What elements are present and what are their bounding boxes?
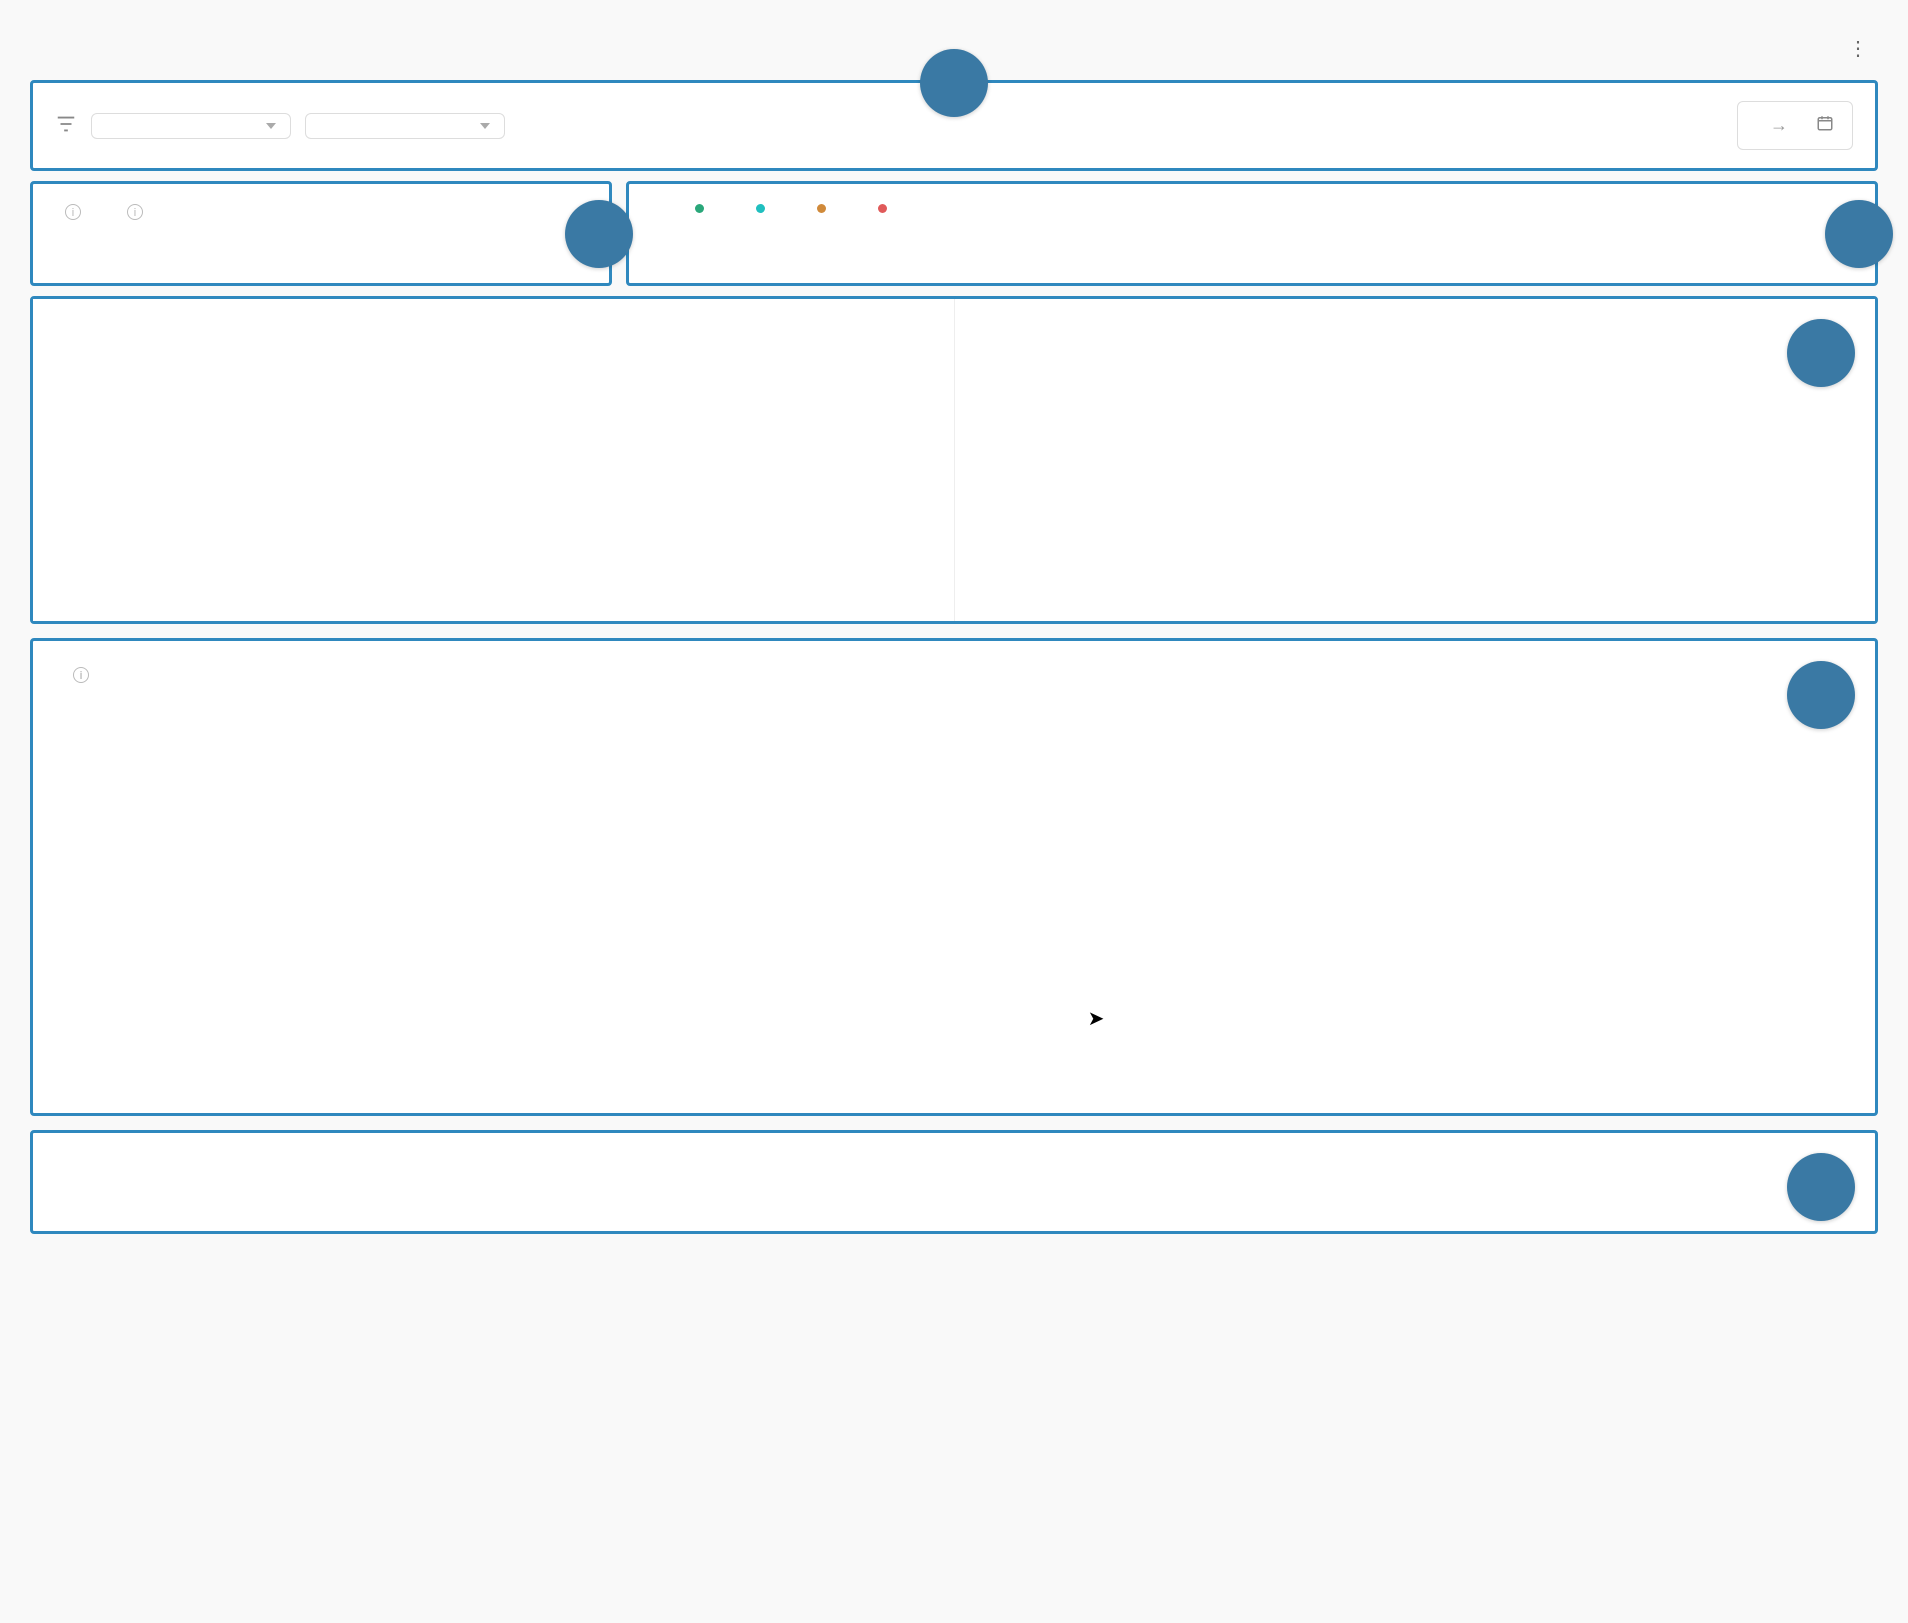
annotation-badge-4 xyxy=(1787,319,1855,387)
col-network[interactable] xyxy=(657,1177,954,1205)
cursor-icon: ➤ xyxy=(1088,1006,1105,1030)
top-challenge-card xyxy=(33,299,955,621)
annotation-badge-2 xyxy=(565,200,633,268)
application-name-select[interactable] xyxy=(305,113,505,139)
stats-users-devices: i i xyxy=(30,181,612,286)
info-icon[interactable]: i xyxy=(73,667,89,683)
annotation-badge-6 xyxy=(1787,1153,1855,1221)
info-icon[interactable]: i xyxy=(65,204,81,220)
annotation-badge-1 xyxy=(920,49,988,117)
top-deny-card xyxy=(955,299,1876,621)
pie-charts-section xyxy=(30,296,1878,624)
arrow-right-icon: → xyxy=(1770,115,1788,136)
annotation-badge-5 xyxy=(1787,661,1855,729)
deny-pie-chart xyxy=(985,345,1235,595)
info-icon[interactable]: i xyxy=(127,204,143,220)
calendar-icon xyxy=(1816,114,1834,137)
action-type-select[interactable] xyxy=(91,113,291,139)
recommendations-table xyxy=(63,1177,1845,1205)
filter-icon[interactable] xyxy=(55,113,77,139)
more-menu-icon[interactable]: ⋮ xyxy=(1838,30,1878,66)
filter-bar: → xyxy=(30,80,1878,171)
col-recommendation[interactable] xyxy=(360,1177,657,1205)
risky-over-time-card: i ➤ xyxy=(30,638,1878,1116)
stat-users: i xyxy=(59,204,81,263)
line-chart: ➤ xyxy=(63,701,1845,1087)
stat-trust xyxy=(695,204,716,263)
col-os[interactable] xyxy=(1251,1177,1548,1205)
stats-recommendations xyxy=(626,181,1878,286)
annotation-badge-3 xyxy=(1825,200,1893,268)
stat-allow xyxy=(756,204,777,263)
date-range-picker[interactable]: → xyxy=(1737,101,1853,150)
stat-challenge xyxy=(817,204,838,263)
latest-recommendations-card xyxy=(30,1130,1878,1234)
challenge-pie-chart xyxy=(63,345,313,595)
stat-devices: i xyxy=(121,204,143,263)
col-action[interactable] xyxy=(63,1177,360,1205)
stat-deny xyxy=(878,204,899,263)
col-browser[interactable] xyxy=(954,1177,1251,1205)
